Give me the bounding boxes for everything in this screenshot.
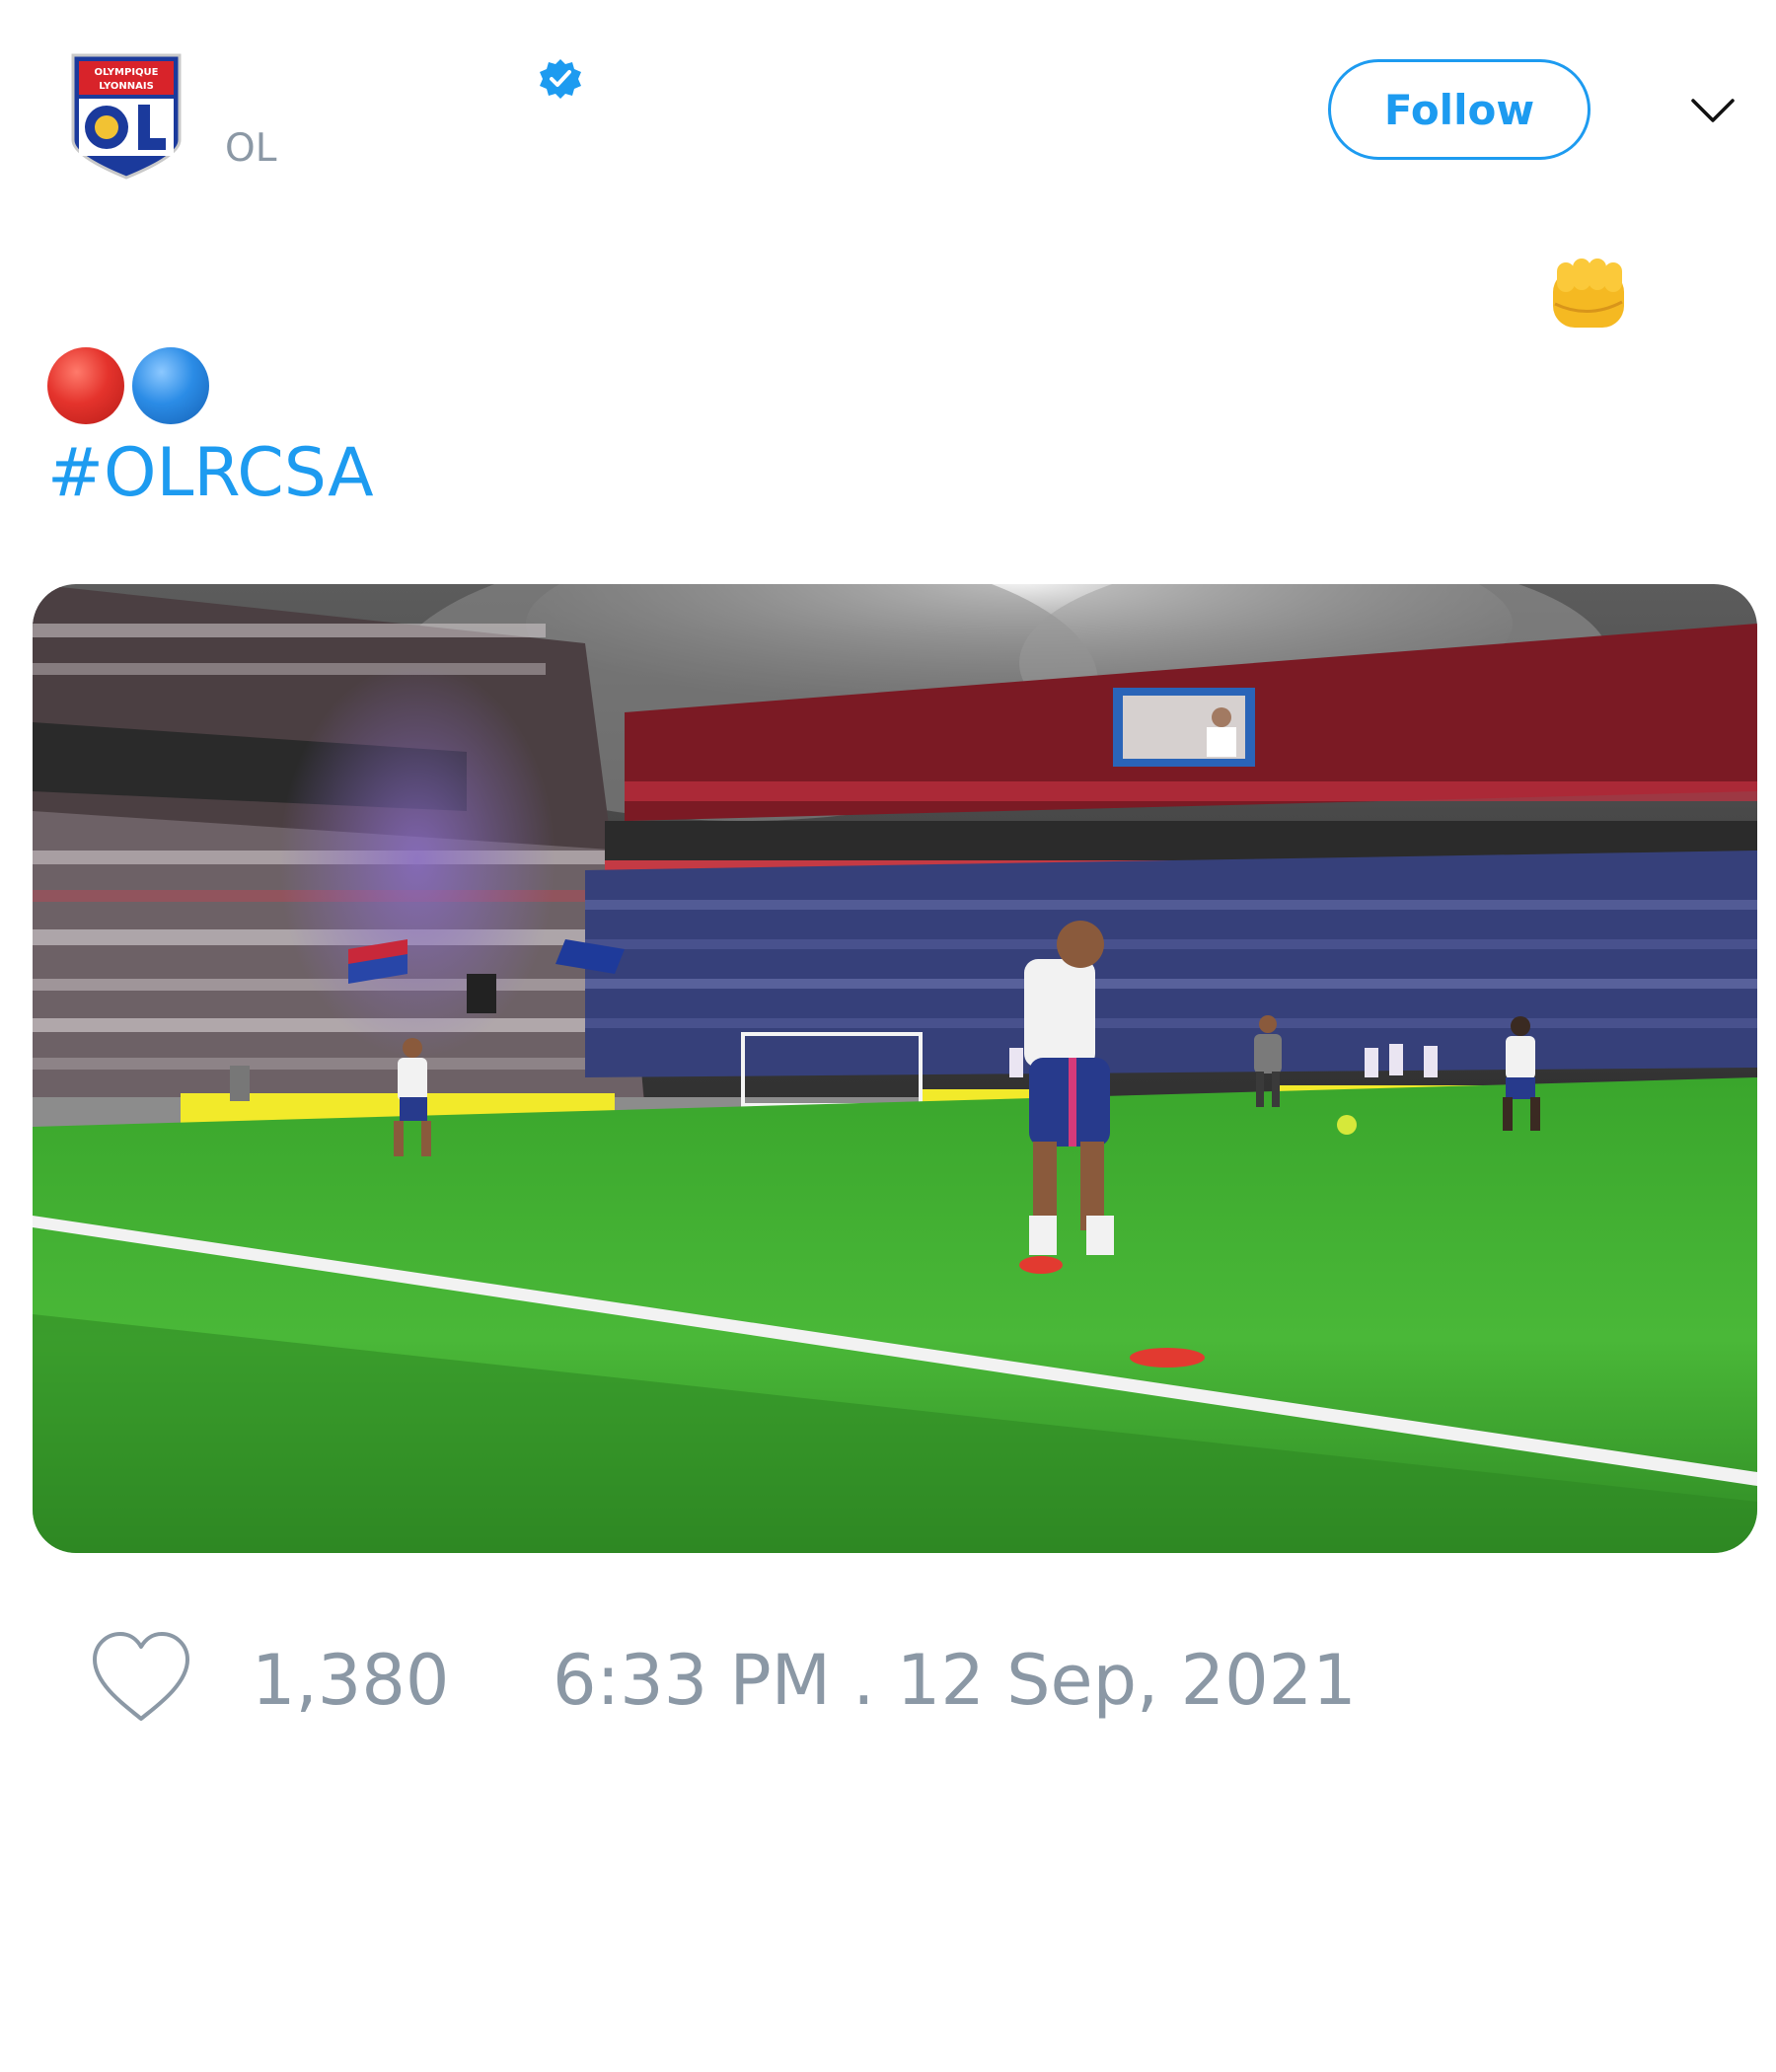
- tweet-video[interactable]: [33, 584, 1757, 1553]
- like-count: 1,380: [252, 1640, 450, 1721]
- chevron-down-icon[interactable]: [1689, 91, 1737, 130]
- crest-line-1: OLYMPIQUE: [94, 67, 158, 78]
- verified-badge-icon: [538, 57, 583, 103]
- red-circle-icon: [47, 347, 124, 424]
- tweet-timestamp[interactable]: 6:33 PM . 12 Sep, 2021: [553, 1640, 1357, 1721]
- follow-button[interactable]: Follow: [1328, 59, 1591, 160]
- heart-icon[interactable]: [89, 1630, 193, 1725]
- oncoming-fist-icon: [1547, 255, 1630, 333]
- blue-circle-icon: [132, 347, 209, 424]
- user-handle[interactable]: OL: [225, 126, 276, 171]
- stadium-video-frame: [33, 584, 1757, 1553]
- crest-line-2: LYONNAIS: [99, 81, 154, 92]
- avatar[interactable]: OLYMPIQUE LYONNAIS: [67, 49, 185, 183]
- hashtag-link[interactable]: #OLRCSA: [47, 434, 374, 512]
- ol-club-crest-icon: OLYMPIQUE LYONNAIS: [71, 53, 182, 180]
